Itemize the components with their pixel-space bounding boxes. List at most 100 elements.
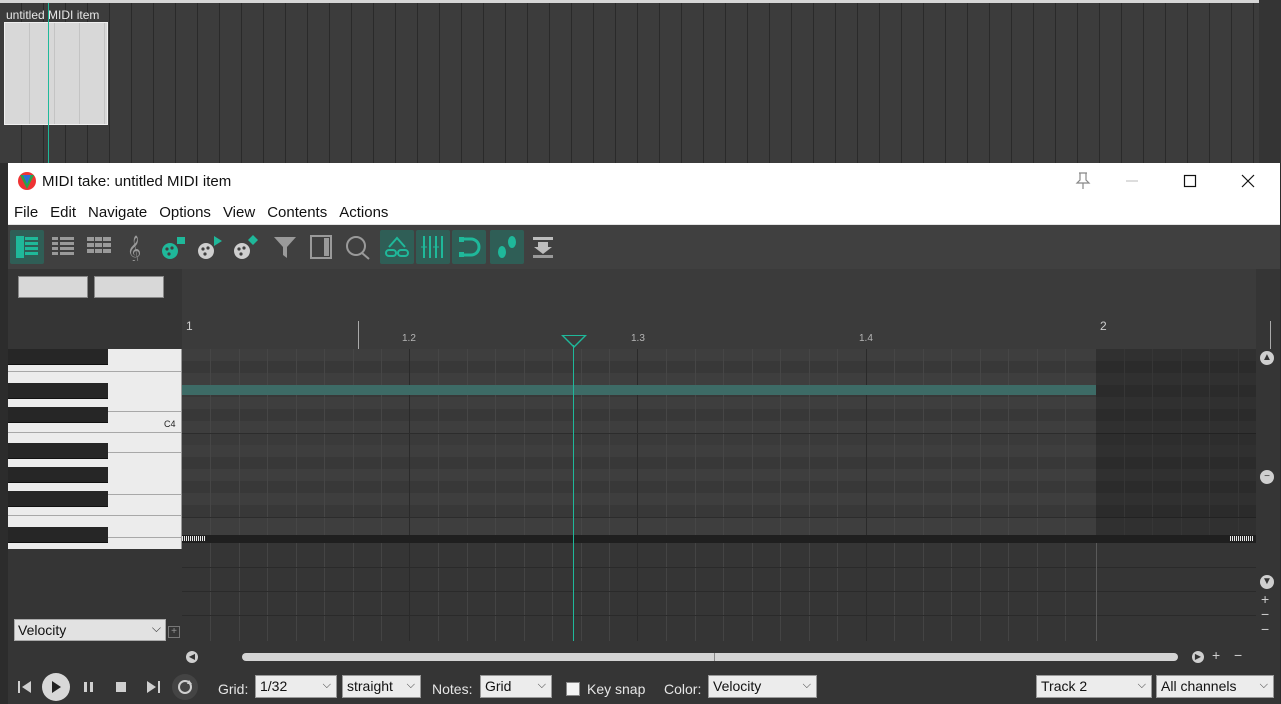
notes-label: Notes: xyxy=(432,681,473,697)
menu-edit[interactable]: Edit xyxy=(44,199,82,225)
channel-select[interactable]: All channels ⌵ xyxy=(1156,675,1274,698)
filter-icon[interactable] xyxy=(268,230,302,264)
horizontal-scroll-thumb[interactable] xyxy=(242,653,1178,661)
black-key[interactable] xyxy=(8,467,108,483)
menu-actions[interactable]: Actions xyxy=(333,199,394,225)
cc-lane-select[interactable]: Velocity ⌵ xyxy=(14,619,166,641)
chevron-down-icon: ⌵ xyxy=(802,679,811,691)
go-to-start-icon[interactable] xyxy=(12,675,38,699)
splitter-grip-left[interactable] xyxy=(182,536,206,541)
ruler-beat-3: 1.3 xyxy=(631,333,645,344)
track-value: Track 2 xyxy=(1041,678,1088,694)
zoom-out-vertical-icon[interactable]: − xyxy=(1260,470,1274,484)
drum-grid-icon[interactable] xyxy=(82,230,116,264)
go-to-end-icon[interactable] xyxy=(140,675,166,699)
left-pane: C4 Velocity ⌵ + xyxy=(8,269,182,649)
bar-2-line xyxy=(1270,321,1271,349)
note-grid[interactable] xyxy=(182,349,1256,535)
piano-keyboard[interactable]: C4 xyxy=(8,349,182,549)
notes-select[interactable]: Grid ⌵ xyxy=(480,675,552,698)
lane-zoom-out-icon[interactable]: − xyxy=(1261,621,1269,637)
black-key[interactable] xyxy=(8,443,108,459)
scroll-up-icon[interactable]: ▲ xyxy=(1260,351,1274,365)
insert-note-diamond-icon[interactable] xyxy=(228,230,262,264)
ruler-beat-2: 1.2 xyxy=(402,333,416,344)
splitter-grip-right[interactable] xyxy=(1230,536,1254,541)
channel-value: All channels xyxy=(1161,678,1237,694)
grid-icon[interactable] xyxy=(416,230,450,264)
track-select[interactable]: Track 2 ⌵ xyxy=(1036,675,1152,698)
cc-lane-value: Velocity xyxy=(18,622,67,638)
close-button[interactable] xyxy=(1219,163,1277,199)
horizontal-zoom-out-icon[interactable]: − xyxy=(1234,647,1242,663)
add-lane-icon[interactable]: + xyxy=(168,626,180,638)
toolbar: 𝄞 xyxy=(8,225,1280,269)
editor-body: C4 Velocity ⌵ + 1 1.2 1.3 1.4 2 ▲ − ▼ + … xyxy=(8,269,1280,704)
horizontal-scrollbar[interactable]: ◀ ▶ + − xyxy=(182,647,1280,667)
chevron-down-icon: ⌵ xyxy=(537,679,546,691)
vertical-scrollbar[interactable]: ▲ − ▼ + − − xyxy=(1256,349,1280,649)
grid-select[interactable]: 1/32 ⌵ xyxy=(255,675,337,698)
pause-button[interactable] xyxy=(76,675,102,699)
color-select[interactable]: Velocity ⌵ xyxy=(708,675,817,698)
white-key-divider xyxy=(8,371,181,372)
menu-file[interactable]: File xyxy=(8,199,44,225)
note-grid-lines xyxy=(182,349,1256,535)
piano-roll-icon[interactable] xyxy=(10,230,44,264)
arrange-scrollbar[interactable] xyxy=(1259,0,1281,163)
link-icon[interactable] xyxy=(380,230,414,264)
horizontal-zoom-in-icon[interactable]: + xyxy=(1212,647,1220,663)
swing-value: straight xyxy=(347,678,393,694)
velocity-lane[interactable] xyxy=(182,543,1256,641)
window-title: MIDI take: untitled MIDI item xyxy=(42,173,232,190)
repeat-button[interactable] xyxy=(172,674,198,700)
lane-splitter[interactable] xyxy=(182,535,1256,543)
maximize-button[interactable] xyxy=(1161,163,1219,199)
lane-tab-2[interactable] xyxy=(94,276,164,298)
event-list-icon[interactable] xyxy=(304,230,338,264)
media-download-icon[interactable] xyxy=(526,230,560,264)
chevron-down-icon: ⌵ xyxy=(1137,679,1146,691)
scroll-left-icon[interactable]: ◀ xyxy=(186,651,198,663)
snap-icon[interactable] xyxy=(452,230,486,264)
midi-item[interactable] xyxy=(4,22,108,125)
white-key-divider xyxy=(8,432,181,433)
black-key[interactable] xyxy=(8,383,108,399)
timeline-ruler[interactable]: 1 1.2 1.3 1.4 2 xyxy=(182,269,1271,349)
key-snap-checkbox[interactable] xyxy=(566,682,580,696)
menu-contents[interactable]: Contents xyxy=(261,199,333,225)
minimize-button[interactable] xyxy=(1103,163,1161,199)
scroll-right-icon[interactable]: ▶ xyxy=(1192,651,1204,663)
ruler-bar-1: 1 xyxy=(186,319,193,333)
c4-label: C4 xyxy=(164,419,176,429)
black-key[interactable] xyxy=(8,407,108,423)
named-notes-icon[interactable] xyxy=(46,230,80,264)
black-key[interactable] xyxy=(8,527,108,543)
selected-note-row xyxy=(182,385,1096,395)
menu-options[interactable]: Options xyxy=(153,199,217,225)
step-input-icon[interactable] xyxy=(490,230,524,264)
arrange-view[interactable]: untitled MIDI item xyxy=(0,0,1281,163)
stop-button[interactable] xyxy=(108,675,134,699)
lane-zoom-in-icon[interactable]: + xyxy=(1261,591,1269,607)
notes-value: Grid xyxy=(485,678,512,694)
lane-tab-1[interactable] xyxy=(18,276,88,298)
svg-text:𝄞: 𝄞 xyxy=(127,235,141,261)
scroll-down-icon[interactable]: ▼ xyxy=(1260,575,1274,589)
quantize-icon[interactable] xyxy=(340,230,374,264)
color-value: Velocity xyxy=(713,678,762,694)
menu-view[interactable]: View xyxy=(217,199,261,225)
velocity-lane-grid xyxy=(182,543,1256,641)
black-key[interactable] xyxy=(8,491,108,507)
swing-select[interactable]: straight ⌵ xyxy=(342,675,421,698)
title-bar[interactable]: MIDI take: untitled MIDI item xyxy=(8,163,1280,199)
main-window-edge xyxy=(0,163,8,704)
grid-label: Grid: xyxy=(218,681,249,697)
black-key[interactable] xyxy=(8,349,108,365)
menu-navigate[interactable]: Navigate xyxy=(82,199,153,225)
notation-icon[interactable]: 𝄞 xyxy=(118,230,152,264)
edit-cursor-line xyxy=(573,345,574,641)
insert-note-icon[interactable] xyxy=(156,230,190,264)
play-button[interactable] xyxy=(42,673,70,701)
insert-note-arrow-icon[interactable] xyxy=(192,230,226,264)
